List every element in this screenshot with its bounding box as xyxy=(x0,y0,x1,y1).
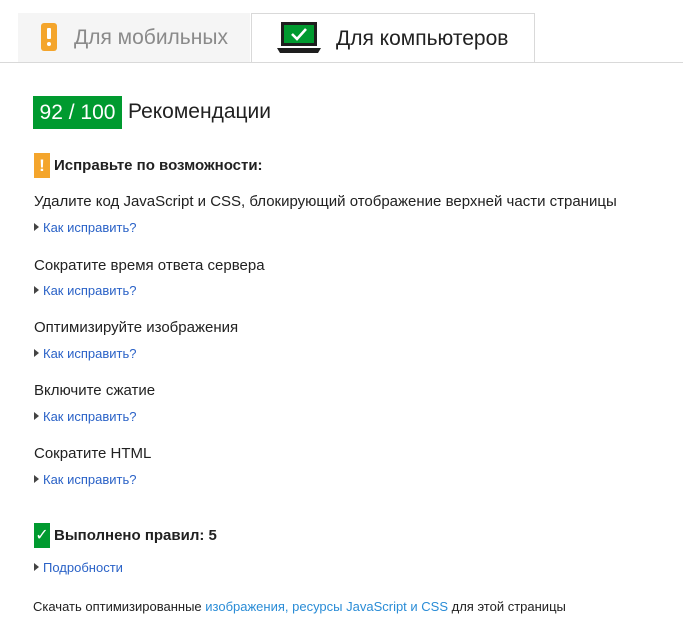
how-to-fix-label: Как исправить? xyxy=(43,409,137,424)
tab-mobile[interactable]: Для мобильных xyxy=(18,13,250,62)
footer-suffix: для этой страницы xyxy=(448,599,566,614)
how-to-fix-link[interactable]: Как исправить? xyxy=(34,472,137,487)
details-link[interactable]: Подробности xyxy=(34,560,123,575)
expand-triangle-icon xyxy=(34,475,39,483)
tab-desktop[interactable]: Для компьютеров xyxy=(251,13,535,63)
rule-title: Сократите HTML xyxy=(34,445,152,462)
score-badge: 92 / 100 xyxy=(33,96,122,129)
tab-desktop-label: Для компьютеров xyxy=(336,27,509,50)
how-to-fix-link[interactable]: Как исправить? xyxy=(34,283,137,298)
page-title: Рекомендации xyxy=(128,100,272,123)
rule-title: Сократите время ответа сервера xyxy=(34,257,265,274)
check-icon: ✓ xyxy=(34,523,50,548)
tab-mobile-label: Для мобильных xyxy=(74,26,228,49)
expand-triangle-icon xyxy=(34,286,39,294)
download-resources-link[interactable]: изображения, ресурсы JavaScript и CSS xyxy=(205,599,448,614)
how-to-fix-link[interactable]: Как исправить? xyxy=(34,409,137,424)
how-to-fix-label: Как исправить? xyxy=(43,283,137,298)
rule-title: Удалите код JavaScript и CSS, блокирующи… xyxy=(34,193,617,210)
expand-triangle-icon xyxy=(34,563,39,571)
how-to-fix-link[interactable]: Как исправить? xyxy=(34,220,137,235)
details-label: Подробности xyxy=(43,560,123,575)
tab-bar: Для мобильных Для компьютеров xyxy=(0,0,683,63)
rule-title: Включите сжатие xyxy=(34,382,156,399)
laptop-check-icon xyxy=(277,22,321,53)
fix-section-title: Исправьте по возможности: xyxy=(54,157,263,174)
expand-triangle-icon xyxy=(34,223,39,231)
rule-title: Оптимизируйте изображения xyxy=(34,319,239,336)
how-to-fix-link[interactable]: Как исправить? xyxy=(34,346,137,361)
phone-icon xyxy=(41,23,57,51)
how-to-fix-label: Как исправить? xyxy=(43,346,137,361)
expand-triangle-icon xyxy=(34,349,39,357)
expand-triangle-icon xyxy=(34,412,39,420)
footer-prefix: Скачать оптимизированные xyxy=(33,599,206,614)
how-to-fix-label: Как исправить? xyxy=(43,472,137,487)
passed-section-title: Выполнено правил: 5 xyxy=(54,527,217,544)
tab-divider xyxy=(0,62,683,63)
how-to-fix-label: Как исправить? xyxy=(43,220,137,235)
warning-icon: ! xyxy=(34,153,50,178)
download-footer: Скачать оптимизированные изображения, ре… xyxy=(33,599,566,614)
